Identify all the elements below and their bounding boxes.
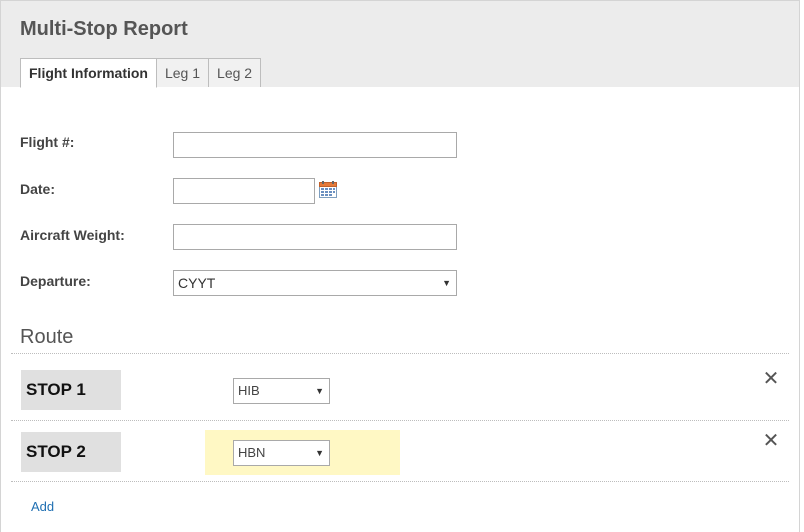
departure-select[interactable]: CYYT ▼ [173,270,457,296]
remove-stop-1-icon[interactable]: ✕ [761,369,781,389]
stop-2-label: STOP 2 [21,432,121,472]
route-divider-bottom [11,481,789,482]
add-stop-link[interactable]: Add [31,499,54,514]
date-input[interactable] [173,178,315,204]
route-divider-middle [11,420,789,421]
flight-number-input[interactable] [173,132,457,158]
route-section-title: Route [20,326,74,348]
stop-1-label: STOP 1 [21,370,121,410]
panel-header: Multi-Stop Report Flight Information Leg… [1,1,799,88]
chevron-down-icon: ▼ [315,448,324,458]
chevron-down-icon: ▼ [442,278,451,288]
stop-2-selected-value: HBN [238,445,266,460]
flight-number-label: Flight #: [20,134,75,150]
report-panel: Multi-Stop Report Flight Information Leg… [0,0,800,532]
tab-bar: Flight Information Leg 1 Leg 2 [20,58,262,88]
calendar-icon[interactable] [319,181,337,198]
route-divider-top [11,353,789,354]
stop-2-select[interactable]: HBN ▼ [233,440,330,466]
page-title: Multi-Stop Report [20,18,188,40]
stop-1-selected-value: HIB [238,383,260,398]
chevron-down-icon: ▼ [315,386,324,396]
tab-flight-information[interactable]: Flight Information [20,58,157,88]
departure-label: Departure: [20,273,91,289]
date-label: Date: [20,181,56,197]
tab-leg-1[interactable]: Leg 1 [156,58,210,87]
remove-stop-2-icon[interactable]: ✕ [761,431,781,451]
departure-selected-value: CYYT [178,275,216,291]
aircraft-weight-input[interactable] [173,224,457,250]
stop-1-select[interactable]: HIB ▼ [233,378,330,404]
aircraft-weight-label: Aircraft Weight: [20,227,125,243]
tab-leg-2[interactable]: Leg 2 [209,58,262,87]
